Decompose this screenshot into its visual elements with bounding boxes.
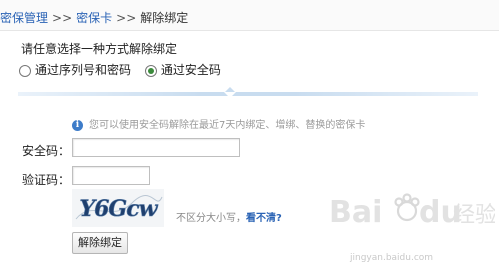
breadcrumb-separator: >>	[116, 11, 137, 25]
captcha-image[interactable]: Y6Gcw	[72, 189, 164, 227]
breadcrumb-separator: >>	[52, 11, 73, 25]
security-code-input[interactable]	[72, 138, 240, 157]
svg-text:经验: 经验	[453, 203, 495, 228]
radio-security-code[interactable]	[144, 64, 157, 77]
breadcrumb-current: 解除绑定	[140, 11, 189, 25]
section-divider	[18, 92, 478, 96]
unbind-button[interactable]: 解除绑定	[72, 232, 128, 254]
refresh-captcha-link[interactable]: 看不清?	[246, 213, 282, 224]
captcha-text: Y6Gcw	[79, 196, 158, 222]
breadcrumb-bar: 密保管理 >> 密保卡 >> 解除绑定	[0, 0, 499, 31]
option-serial-password-label: 通过序列号和密码	[35, 63, 132, 77]
info-icon: i	[72, 119, 83, 131]
breadcrumb: 密保管理 >> 密保卡 >> 解除绑定	[0, 9, 188, 26]
watermark-url: jingyan.baidu.com	[350, 253, 434, 263]
captcha-graphic: Y6Gcw	[72, 189, 164, 227]
option-serial-password[interactable]: 通过序列号和密码	[19, 61, 131, 78]
info-text: 您可以使用安全码解除在最近7天内绑定、增绑、替换的密保卡	[89, 120, 366, 131]
divider-pointer-inner	[224, 92, 236, 98]
method-radio-group: 通过序列号和密码 通过安全码	[19, 61, 231, 78]
info-row: i 您可以使用安全码解除在最近7天内绑定、增绑、替换的密保卡	[72, 116, 365, 131]
verify-code-label: 验证码：	[22, 173, 71, 187]
svg-text:du: du	[419, 195, 462, 230]
case-insensitive-hint: 不区分大小写，	[176, 213, 246, 224]
captcha-hint: 不区分大小写，看不清?	[176, 209, 282, 224]
option-security-code[interactable]: 通过安全码	[144, 61, 221, 78]
svg-text:Bai: Bai	[329, 195, 382, 230]
breadcrumb-link-security-card[interactable]: 密保卡	[76, 11, 112, 25]
security-code-label: 安全码：	[22, 144, 71, 158]
breadcrumb-link-security-management[interactable]: 密保管理	[0, 11, 48, 25]
verify-code-input[interactable]	[72, 166, 150, 185]
radio-serial-password[interactable]	[19, 64, 31, 77]
option-security-code-label: 通过安全码	[160, 63, 221, 77]
method-prompt: 请任意选择一种方式解除绑定	[21, 42, 178, 56]
